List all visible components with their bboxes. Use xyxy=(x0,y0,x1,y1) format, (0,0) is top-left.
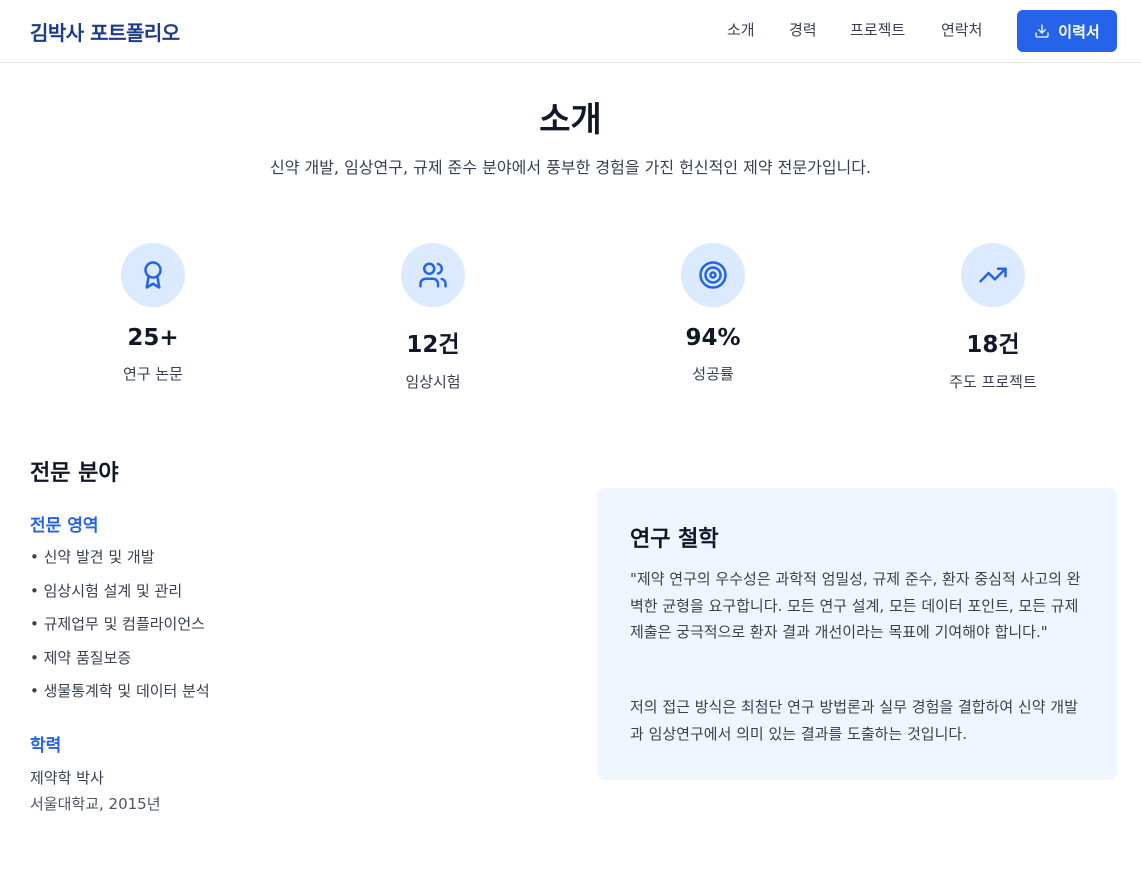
download-icon xyxy=(1035,24,1049,38)
stat-label: 연구 논문 xyxy=(123,365,183,383)
target-icon xyxy=(699,261,727,289)
stat-projects: 18건 주도 프로젝트 xyxy=(883,243,1103,392)
nav-link-about[interactable]: 소개 xyxy=(727,19,755,40)
expertise-list: • 신약 발견 및 개발 • 임상시험 설계 및 관리 • 규제업무 및 컴플라… xyxy=(30,546,210,714)
users-icon xyxy=(419,262,447,288)
stat-value: 12건 xyxy=(406,332,460,358)
award-icon xyxy=(144,261,162,289)
about-subtitle: 신약 개발, 임상연구, 규제 준수 분야에서 풍부한 경험을 가진 헌신적인 … xyxy=(269,158,872,177)
resume-download-button[interactable]: 이력서 xyxy=(1017,10,1117,52)
section-title-about: 소개 xyxy=(539,100,602,140)
list-item: • 제약 품질보증 xyxy=(30,648,132,667)
stat-value: 94% xyxy=(685,325,741,351)
stat-success-rate: 94% 성공률 xyxy=(603,243,823,384)
education-school: 서울대학교, 2015년 xyxy=(30,795,161,813)
list-item: • 규제업무 및 컴플라이언스 xyxy=(30,615,205,634)
areas-heading: 전문 영역 xyxy=(30,516,99,536)
list-item: • 생물통계학 및 데이터 분석 xyxy=(30,682,210,701)
brand-logo[interactable]: 김박사 포트폴리오 xyxy=(30,17,180,46)
stat-icon-circle xyxy=(681,243,745,307)
education-degree: 제약학 박사 xyxy=(30,769,104,787)
top-nav-bar: 김박사 포트폴리오 소개 경력 프로젝트 연락처 이력서 xyxy=(0,0,1141,63)
stat-value: 25+ xyxy=(127,325,179,351)
stat-label: 성공률 xyxy=(692,365,734,383)
stat-icon-circle xyxy=(121,243,185,307)
philosophy-card: 연구 철학 "제약 연구의 우수성은 과학적 엄밀성, 규제 준수, 환자 중심… xyxy=(597,488,1117,780)
stat-icon-circle xyxy=(961,243,1025,307)
stat-icon-circle xyxy=(401,243,465,307)
list-item: • 임상시험 설계 및 관리 xyxy=(30,581,183,600)
stat-label: 주도 프로젝트 xyxy=(949,373,1037,391)
philosophy-quote: "제약 연구의 우수성은 과학적 엄밀성, 규제 준수, 환자 중심적 사고의 … xyxy=(630,570,1081,641)
nav-link-contact[interactable]: 연락처 xyxy=(941,19,982,40)
trending-up-icon xyxy=(979,267,1007,283)
resume-button-label: 이력서 xyxy=(1058,22,1100,41)
expertise-title: 전문 분야 xyxy=(30,461,119,486)
nav-link-projects[interactable]: 프로젝트 xyxy=(850,19,905,40)
education-heading: 학력 xyxy=(30,736,62,756)
stat-clinical-trials: 12건 임상시험 xyxy=(323,243,543,392)
philosophy-approach: 저의 접근 방식은 최첨단 연구 방법론과 실무 경험을 결합하여 신약 개발과… xyxy=(630,698,1078,743)
nav-link-career[interactable]: 경력 xyxy=(789,19,817,40)
stat-value: 18건 xyxy=(966,332,1020,358)
philosophy-title: 연구 철학 xyxy=(630,527,719,552)
stat-publications: 25+ 연구 논문 xyxy=(43,243,263,384)
stat-label: 임상시험 xyxy=(405,373,461,391)
list-item: • 신약 발견 및 개발 xyxy=(30,548,155,566)
